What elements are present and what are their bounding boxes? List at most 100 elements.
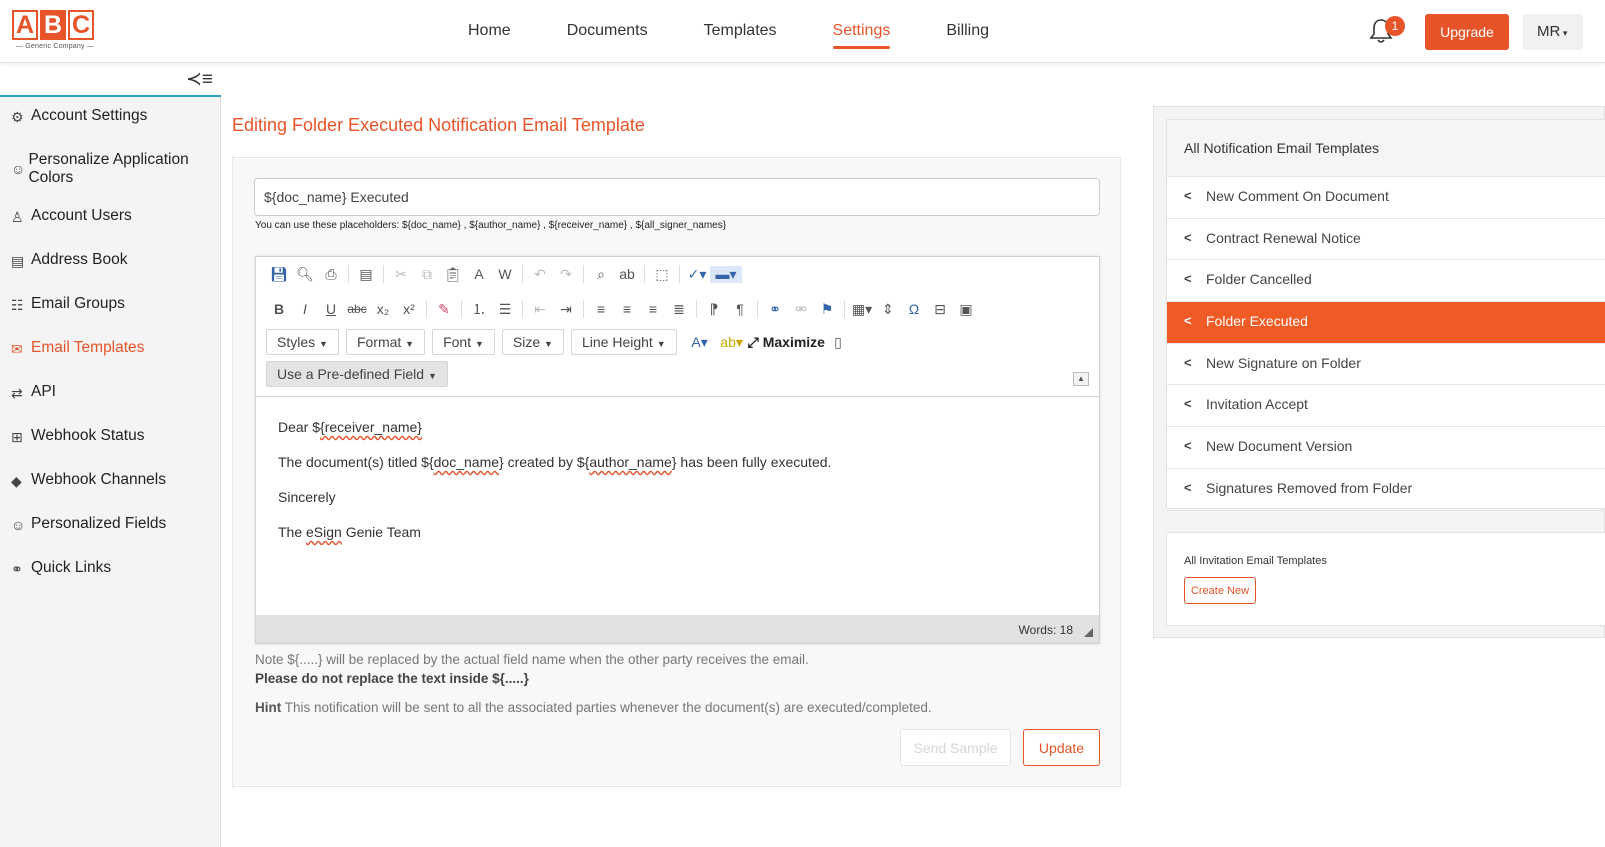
template-item[interactable]: < Signatures Removed from Folder (1167, 469, 1605, 511)
copy-icon[interactable]: ⧉ (414, 266, 440, 283)
chevron-down-icon: ▾ (1560, 28, 1568, 38)
sidebar-items: ⚙ Account Settings ☺ Personalize Applica… (0, 107, 221, 603)
toolbar-divider (583, 300, 584, 318)
align-right-icon[interactable]: ≡ (640, 301, 666, 317)
format-painter-icon[interactable]: ▬▾ (710, 265, 742, 283)
unlink-icon[interactable]: ⚮ (788, 301, 814, 318)
bold-icon[interactable]: B (266, 301, 292, 317)
sidebar-item-address-book[interactable]: ▤ Address Book (0, 251, 221, 295)
preview-icon[interactable]: 🔍︎ (292, 266, 318, 283)
replace-icon[interactable]: ab (614, 266, 640, 282)
update-button[interactable]: Update (1023, 729, 1100, 766)
strikethrough-icon[interactable]: abc (344, 302, 370, 316)
outdent-icon[interactable]: ⇤ (527, 301, 553, 318)
maximize-button[interactable]: ⤢ Maximize (748, 334, 825, 351)
sidebar-item-personalized-fields[interactable]: ☺ Personalized Fields (0, 515, 221, 559)
predefined-field-dropdown[interactable]: Use a Pre-defined Field ▼ (266, 361, 448, 387)
toolbar-divider (383, 265, 384, 283)
redo-icon[interactable]: ↷ (553, 266, 579, 283)
paste-word-icon[interactable]: W (492, 266, 518, 282)
nav-templates[interactable]: Templates (704, 0, 777, 63)
bulleted-list-icon[interactable]: ☰ (492, 301, 518, 318)
resize-grip-icon[interactable] (1084, 628, 1093, 637)
size-dropdown[interactable]: Size ▼ (501, 329, 564, 355)
collapse-toolbar-button[interactable]: ▲ (1073, 372, 1089, 386)
sidebar-item-personalize-colors[interactable]: ☺ Personalize Application Colors (0, 151, 221, 207)
highlight-color-icon[interactable]: ab▾ (716, 334, 748, 351)
send-sample-button[interactable]: Send Sample (900, 729, 1011, 766)
template-item[interactable]: < New Signature on Folder (1167, 344, 1605, 386)
sidebar-item-email-templates[interactable]: ✉ Email Templates (0, 339, 221, 383)
template-item[interactable]: < New Document Version (1167, 427, 1605, 469)
paste-icon[interactable]: 📋︎ (440, 266, 466, 283)
link-icon[interactable]: ⚭ (762, 301, 788, 318)
line-height-icon[interactable]: ⇕ (875, 301, 901, 318)
align-center-icon[interactable]: ≡ (614, 301, 640, 317)
italic-icon[interactable]: I (292, 301, 318, 317)
remove-format-icon[interactable]: ✎ (431, 301, 457, 318)
subject-input[interactable] (254, 178, 1100, 216)
spellcheck-icon[interactable]: ✓▾ (684, 266, 710, 283)
template-item[interactable]: < New Comment On Document (1167, 177, 1605, 219)
sidebar-item-account-users[interactable]: ♙ Account Users (0, 207, 221, 251)
sidebar-item-quick-links[interactable]: ⚭ Quick Links (0, 559, 221, 603)
numbered-list-icon[interactable]: ⒈ (466, 299, 492, 319)
sidebar-collapse-toggle[interactable]: ≺≡ (0, 63, 221, 97)
chevron-left-icon: < (1184, 313, 1192, 329)
table-icon[interactable]: ▦▾ (849, 301, 875, 318)
upgrade-button[interactable]: Upgrade (1425, 14, 1509, 50)
image-icon[interactable]: ▣ (953, 301, 979, 318)
sidebar-item-email-groups[interactable]: ☷ Email Groups (0, 295, 221, 339)
template-item[interactable]: < Invitation Accept (1167, 385, 1605, 428)
anchor-flag-icon[interactable]: ⚑ (814, 301, 840, 318)
superscript-icon[interactable]: x² (396, 301, 422, 317)
sidebar-item-webhook-channels[interactable]: ◆ Webhook Channels (0, 471, 221, 515)
undo-icon[interactable]: ↶ (527, 266, 553, 283)
select-all-icon[interactable]: ⬚ (649, 266, 675, 283)
toolbar-divider (522, 300, 523, 318)
nav-documents[interactable]: Documents (567, 0, 648, 63)
company-logo[interactable]: A B C — Generic Company — (12, 10, 98, 56)
create-new-button[interactable]: Create New (1184, 577, 1256, 604)
address-book-icon: ▤ (11, 253, 25, 269)
body-line-message: The document(s) titled ${doc_name} creat… (278, 454, 831, 470)
logo-letters: A B C (12, 10, 98, 40)
rtl-icon[interactable]: ¶ (727, 301, 753, 317)
hint-label: Hint (255, 700, 282, 715)
source-icon[interactable]: ▯ (825, 334, 851, 351)
logo-letter-b: B (40, 10, 66, 40)
justify-icon[interactable]: ≣ (666, 301, 692, 318)
sidebar-item-account-settings[interactable]: ⚙ Account Settings (0, 107, 221, 151)
paste-text-icon[interactable]: A (466, 266, 492, 282)
templates-icon[interactable]: ▤ (353, 266, 379, 283)
nav-billing[interactable]: Billing (946, 0, 989, 63)
indent-icon[interactable]: ⇥ (553, 301, 579, 318)
format-dropdown[interactable]: Format ▼ (345, 329, 426, 355)
nav-settings[interactable]: Settings (832, 0, 890, 63)
styles-dropdown[interactable]: Styles ▼ (266, 329, 339, 355)
align-left-icon[interactable]: ≡ (588, 301, 614, 317)
print-icon[interactable]: ⎙ (318, 266, 344, 283)
cut-icon[interactable]: ✂ (388, 266, 414, 283)
underline-icon[interactable]: U (318, 301, 344, 317)
user-avatar-menu[interactable]: MR ▾ (1523, 14, 1583, 50)
sidebar-item-webhook-status[interactable]: ⊞ Webhook Status (0, 427, 221, 471)
sidebar-item-api[interactable]: ⇄ API (0, 383, 221, 427)
font-dropdown[interactable]: Font ▼ (432, 329, 495, 355)
line-height-dropdown[interactable]: Line Height ▼ (570, 329, 677, 355)
find-icon[interactable]: ⌕ (588, 266, 614, 283)
subscript-icon[interactable]: x₂ (370, 301, 396, 317)
text-color-icon[interactable]: A▾ (684, 334, 716, 351)
ltr-icon[interactable]: ⁋ (701, 301, 727, 318)
template-item[interactable]: < Folder Cancelled (1167, 260, 1605, 303)
template-item[interactable]: < Contract Renewal Notice (1167, 219, 1605, 261)
template-item-active[interactable]: < Folder Executed (1167, 302, 1605, 344)
special-char-icon[interactable]: Ω (901, 301, 927, 317)
collapse-menu-icon[interactable]: ≺≡ (186, 68, 213, 91)
predefined-field-label: Use a Pre-defined Field (277, 366, 425, 382)
editor-content-area[interactable]: Dear ${receiver_name} The document(s) ti… (278, 419, 831, 559)
hint-body: This notification will be sent to all th… (281, 700, 932, 715)
save-icon[interactable]: 💾︎ (266, 266, 292, 283)
nav-home[interactable]: Home (468, 0, 511, 63)
page-break-icon[interactable]: ⊟ (927, 301, 953, 318)
